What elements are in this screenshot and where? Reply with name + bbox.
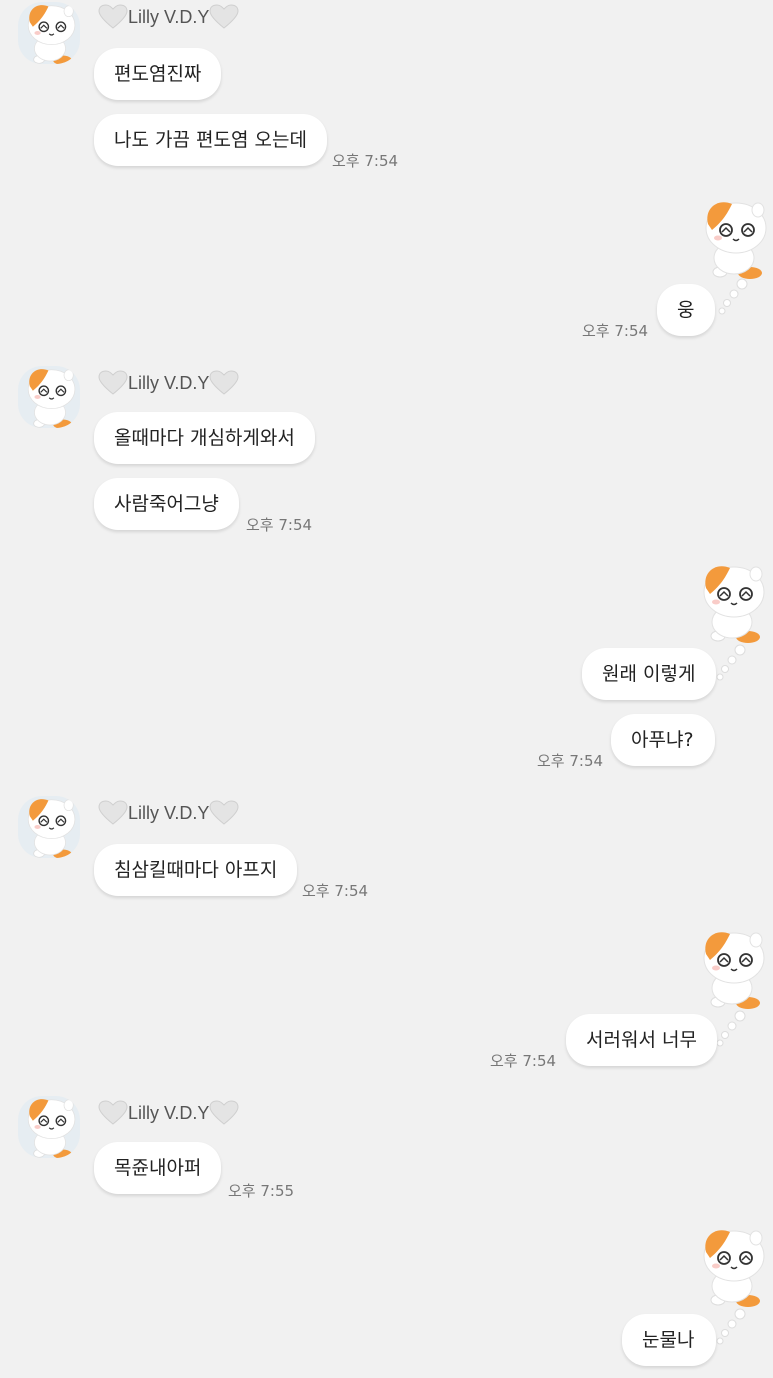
- message-timestamp: 오후 7:54: [537, 752, 604, 770]
- thought-dots-icon: [716, 1008, 756, 1048]
- thought-dots-icon: [718, 276, 758, 316]
- sender-name: Lilly V.D.Y: [98, 1100, 239, 1126]
- heart-icon: [98, 1100, 128, 1126]
- sender-name: Lilly V.D.Y: [98, 800, 239, 826]
- message-timestamp: 오후 7:54: [490, 1052, 557, 1070]
- message-bubble[interactable]: 눈물나: [622, 1314, 716, 1366]
- hamster-sticker: [696, 560, 768, 644]
- message-bubble[interactable]: 편도염진짜: [94, 48, 222, 100]
- message-timestamp: 오후 7:54: [582, 322, 649, 340]
- message-bubble[interactable]: 사람죽어그냥: [94, 478, 239, 530]
- hamster-sticker: [698, 196, 770, 280]
- message-timestamp: 오후 7:54: [246, 516, 313, 534]
- heart-icon: [209, 800, 239, 826]
- thought-dots-icon: [716, 1306, 756, 1346]
- message-bubble[interactable]: 올때마다 개심하게와서: [94, 412, 315, 464]
- sender-name-text: Lilly V.D.Y: [128, 802, 210, 823]
- sender-name: Lilly V.D.Y: [98, 370, 239, 396]
- message-bubble[interactable]: 원래 이렇게: [582, 648, 716, 700]
- message-bubble[interactable]: 서러워서 너무: [566, 1014, 717, 1066]
- message-bubble[interactable]: 나도 가끔 편도염 오는데: [94, 114, 327, 166]
- sender-name-text: Lilly V.D.Y: [128, 372, 210, 393]
- message-bubble[interactable]: 목쥰내아퍼: [94, 1142, 222, 1194]
- hamster-avatar[interactable]: [18, 1096, 80, 1158]
- message-bubble[interactable]: 아푸냐?: [611, 714, 715, 766]
- message-timestamp: 오후 7:54: [332, 152, 399, 170]
- hamster-sticker: [696, 926, 768, 1010]
- message-timestamp: 오후 7:54: [302, 882, 369, 900]
- hamster-sticker: [696, 1224, 768, 1308]
- hamster-avatar[interactable]: [18, 2, 80, 64]
- heart-icon: [98, 800, 128, 826]
- heart-icon: [209, 4, 239, 30]
- hamster-avatar[interactable]: [18, 366, 80, 428]
- sender-name-text: Lilly V.D.Y: [128, 6, 210, 27]
- chat-area: Lilly V.D.Y 편도염진짜 나도 가끔 편도염 오는데 오후 7:54 웅오…: [0, 0, 773, 1378]
- message-timestamp: 오후 7:55: [228, 1182, 295, 1200]
- heart-icon: [209, 370, 239, 396]
- thought-dots-icon: [716, 642, 756, 682]
- sender-name-text: Lilly V.D.Y: [128, 1102, 210, 1123]
- message-bubble[interactable]: 침삼킬때마다 아프지: [94, 844, 298, 896]
- sender-name: Lilly V.D.Y: [98, 4, 239, 30]
- heart-icon: [98, 4, 128, 30]
- heart-icon: [209, 1100, 239, 1126]
- hamster-avatar[interactable]: [18, 796, 80, 858]
- message-bubble[interactable]: 웅: [657, 284, 715, 336]
- heart-icon: [98, 370, 128, 396]
